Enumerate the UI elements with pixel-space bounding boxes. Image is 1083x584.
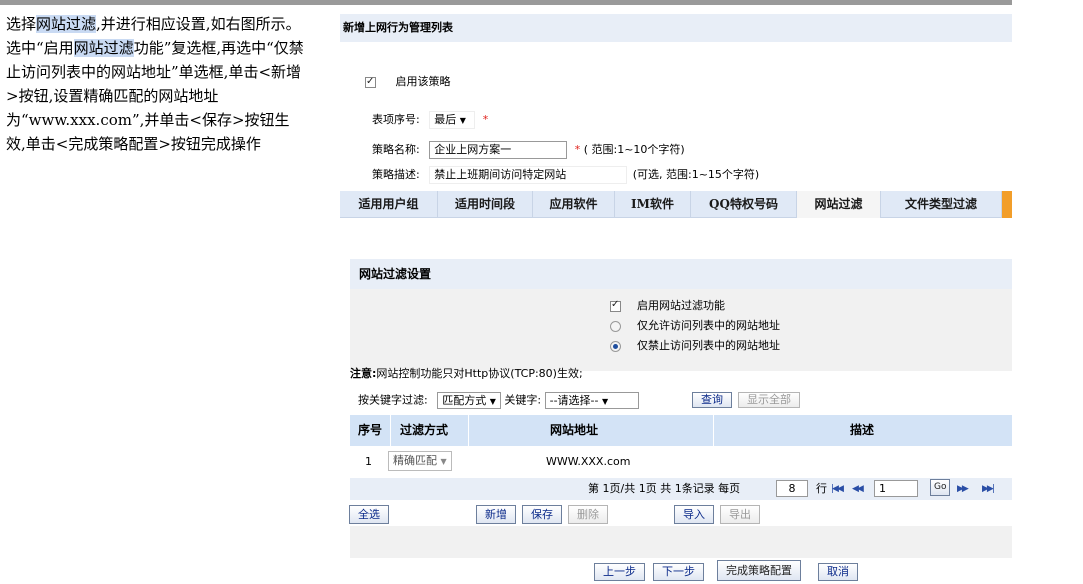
export-button[interactable]: 导出 bbox=[720, 505, 760, 524]
col-mode: 过滤方式 bbox=[400, 423, 449, 437]
tab-time-range[interactable]: 适用时间段 bbox=[438, 191, 533, 218]
index-value: 最后 bbox=[434, 113, 457, 126]
header-divider bbox=[713, 415, 714, 446]
desc-label: 策略描述: bbox=[372, 168, 420, 181]
index-select[interactable]: 最后 ▼ bbox=[429, 111, 476, 129]
table-header: 序号 过滤方式 网站地址 描述 bbox=[350, 415, 1012, 446]
save-button[interactable]: 保存 bbox=[522, 505, 562, 524]
import-button[interactable]: 导入 bbox=[674, 505, 714, 524]
col-index: 序号 bbox=[358, 423, 383, 437]
index-row: 表项序号: 最后 ▼ * bbox=[372, 111, 488, 129]
keyword-select-value: --请选择-- bbox=[549, 394, 599, 407]
desc-row: 策略描述: 禁止上班期间访问特定网站 (可选, 范围:1~15个字符) bbox=[372, 166, 759, 184]
enable-filter-option: 启用网站过滤功能 bbox=[610, 298, 725, 313]
deny-list-radio[interactable] bbox=[610, 340, 621, 352]
instruction-highlight-2: 网站过滤 bbox=[73, 39, 134, 57]
instruction-text: 选择网站过滤,并进行相应设置,如右图所示。选中“启用网站过滤功能”复选框,再选中… bbox=[6, 12, 306, 156]
note: 注意:网站控制功能只对Http协议(TCP:80)生效; bbox=[350, 366, 583, 382]
name-label: 策略名称: bbox=[372, 143, 420, 156]
first-page-icon[interactable]: |◀◀ bbox=[831, 484, 844, 494]
query-button[interactable]: 查询 bbox=[692, 392, 732, 408]
enable-filter-checkbox[interactable] bbox=[610, 298, 621, 312]
policy-panel: 新增上网行为管理列表 启用该策略 表项序号: 最后 ▼ * 策略名称: 企业上网… bbox=[340, 6, 1012, 584]
per-page-input[interactable]: 8 bbox=[776, 480, 808, 497]
filter-options: 启用网站过滤功能 仅允许访问列表中的网站地址 仅禁止访问列表中的网站地址 bbox=[350, 289, 1012, 371]
enable-filter-label: 启用网站过滤功能 bbox=[637, 299, 725, 312]
row-mode-select[interactable]: 精确匹配 ▼ bbox=[388, 451, 452, 471]
tab-bar: 适用用户组 适用时间段 应用软件 IM软件 QQ特权号码 网站过滤 文件类型过滤 bbox=[340, 191, 1012, 218]
allow-list-option: 仅允许访问列表中的网站地址 bbox=[610, 319, 780, 333]
deny-list-label: 仅禁止访问列表中的网站地址 bbox=[637, 339, 780, 352]
allow-list-radio[interactable] bbox=[610, 320, 621, 332]
enable-policy-label: 启用该策略 bbox=[395, 75, 451, 88]
keyword-select[interactable]: --请选择-- ▼ bbox=[544, 392, 639, 409]
chevron-down-icon: ▼ bbox=[440, 457, 447, 466]
note-prefix: 注意: bbox=[350, 367, 377, 380]
keyword-label: 关键字: bbox=[504, 393, 542, 407]
prev-page-icon[interactable]: ◀◀ bbox=[852, 484, 864, 494]
footer-area bbox=[350, 526, 1012, 558]
note-text: 网站控制功能只对Http协议(TCP:80)生效; bbox=[376, 367, 583, 380]
match-select[interactable]: 匹配方式 ▼ bbox=[437, 392, 501, 409]
show-all-button[interactable]: 显示全部 bbox=[738, 392, 800, 408]
rows-unit: 行 bbox=[816, 482, 827, 495]
tab-qq-privilege[interactable]: QQ特权号码 bbox=[691, 191, 797, 218]
tab-web-filter[interactable]: 网站过滤 bbox=[797, 191, 881, 218]
select-all-button[interactable]: 全选 bbox=[349, 505, 389, 524]
enable-policy-checkbox[interactable] bbox=[365, 74, 376, 90]
row-mode-value: 精确匹配 bbox=[393, 454, 437, 467]
prev-step-button[interactable]: 上一步 bbox=[594, 563, 645, 581]
required-mark: * bbox=[482, 113, 489, 126]
col-desc: 描述 bbox=[850, 423, 875, 437]
desc-hint: (可选, 范围:1~15个字符) bbox=[632, 168, 760, 181]
tab-apps[interactable]: 应用软件 bbox=[533, 191, 615, 218]
required-mark: * bbox=[574, 143, 581, 156]
panel-title: 新增上网行为管理列表 bbox=[340, 14, 1012, 42]
next-step-button[interactable]: 下一步 bbox=[653, 563, 704, 581]
page-info: 第 1页/共 1页 共 1条记录 每页 bbox=[588, 482, 741, 495]
col-url: 网站地址 bbox=[550, 423, 599, 437]
tab-bar-accent bbox=[1002, 191, 1012, 218]
enable-policy-row: 启用该策略 bbox=[365, 74, 451, 90]
header-divider bbox=[468, 415, 469, 446]
match-select-value: 匹配方式 bbox=[442, 394, 487, 407]
finish-policy-button[interactable]: 完成策略配置 bbox=[717, 560, 801, 581]
chevron-down-icon: ▼ bbox=[601, 397, 609, 406]
chevron-down-icon: ▼ bbox=[459, 116, 466, 125]
last-page-icon[interactable]: ▶▶| bbox=[982, 484, 995, 494]
header-divider bbox=[390, 415, 391, 446]
tab-file-type-filter[interactable]: 文件类型过滤 bbox=[881, 191, 1002, 218]
desc-input[interactable]: 禁止上班期间访问特定网站 bbox=[429, 166, 628, 184]
name-hint: ( 范围:1~10个字符) bbox=[583, 143, 685, 156]
tab-user-group[interactable]: 适用用户组 bbox=[340, 191, 438, 218]
delete-button[interactable]: 删除 bbox=[568, 505, 608, 524]
filter-section-title: 网站过滤设置 bbox=[350, 259, 1012, 289]
tab-im[interactable]: IM软件 bbox=[615, 191, 691, 218]
instruction-highlight-1: 网站过滤 bbox=[36, 15, 97, 33]
deny-list-option: 仅禁止访问列表中的网站地址 bbox=[610, 339, 780, 353]
allow-list-label: 仅允许访问列表中的网站地址 bbox=[637, 319, 780, 332]
chevron-down-icon: ▼ bbox=[489, 397, 496, 406]
search-label: 按关键字过滤: bbox=[358, 393, 428, 407]
name-input[interactable]: 企业上网方案一 bbox=[429, 141, 568, 159]
row-index: 1 bbox=[365, 455, 372, 468]
search-row: 按关键字过滤: 匹配方式 ▼ 关键字: --请选择-- ▼ bbox=[358, 392, 639, 409]
cancel-button[interactable]: 取消 bbox=[818, 563, 858, 581]
next-page-icon[interactable]: ▶▶ bbox=[957, 484, 969, 494]
add-button[interactable]: 新增 bbox=[476, 505, 516, 524]
page-input[interactable]: 1 bbox=[874, 480, 918, 497]
row-url: WWW.XXX.com bbox=[546, 455, 631, 468]
top-divider bbox=[0, 0, 1012, 5]
index-label: 表项序号: bbox=[372, 113, 420, 126]
table-row[interactable]: 1 精确匹配 ▼ WWW.XXX.com bbox=[350, 449, 1012, 475]
instruction-part-1: 选择 bbox=[6, 15, 37, 33]
name-row: 策略名称: 企业上网方案一 * ( 范围:1~10个字符) bbox=[372, 141, 685, 159]
go-button[interactable]: Go bbox=[930, 479, 951, 496]
